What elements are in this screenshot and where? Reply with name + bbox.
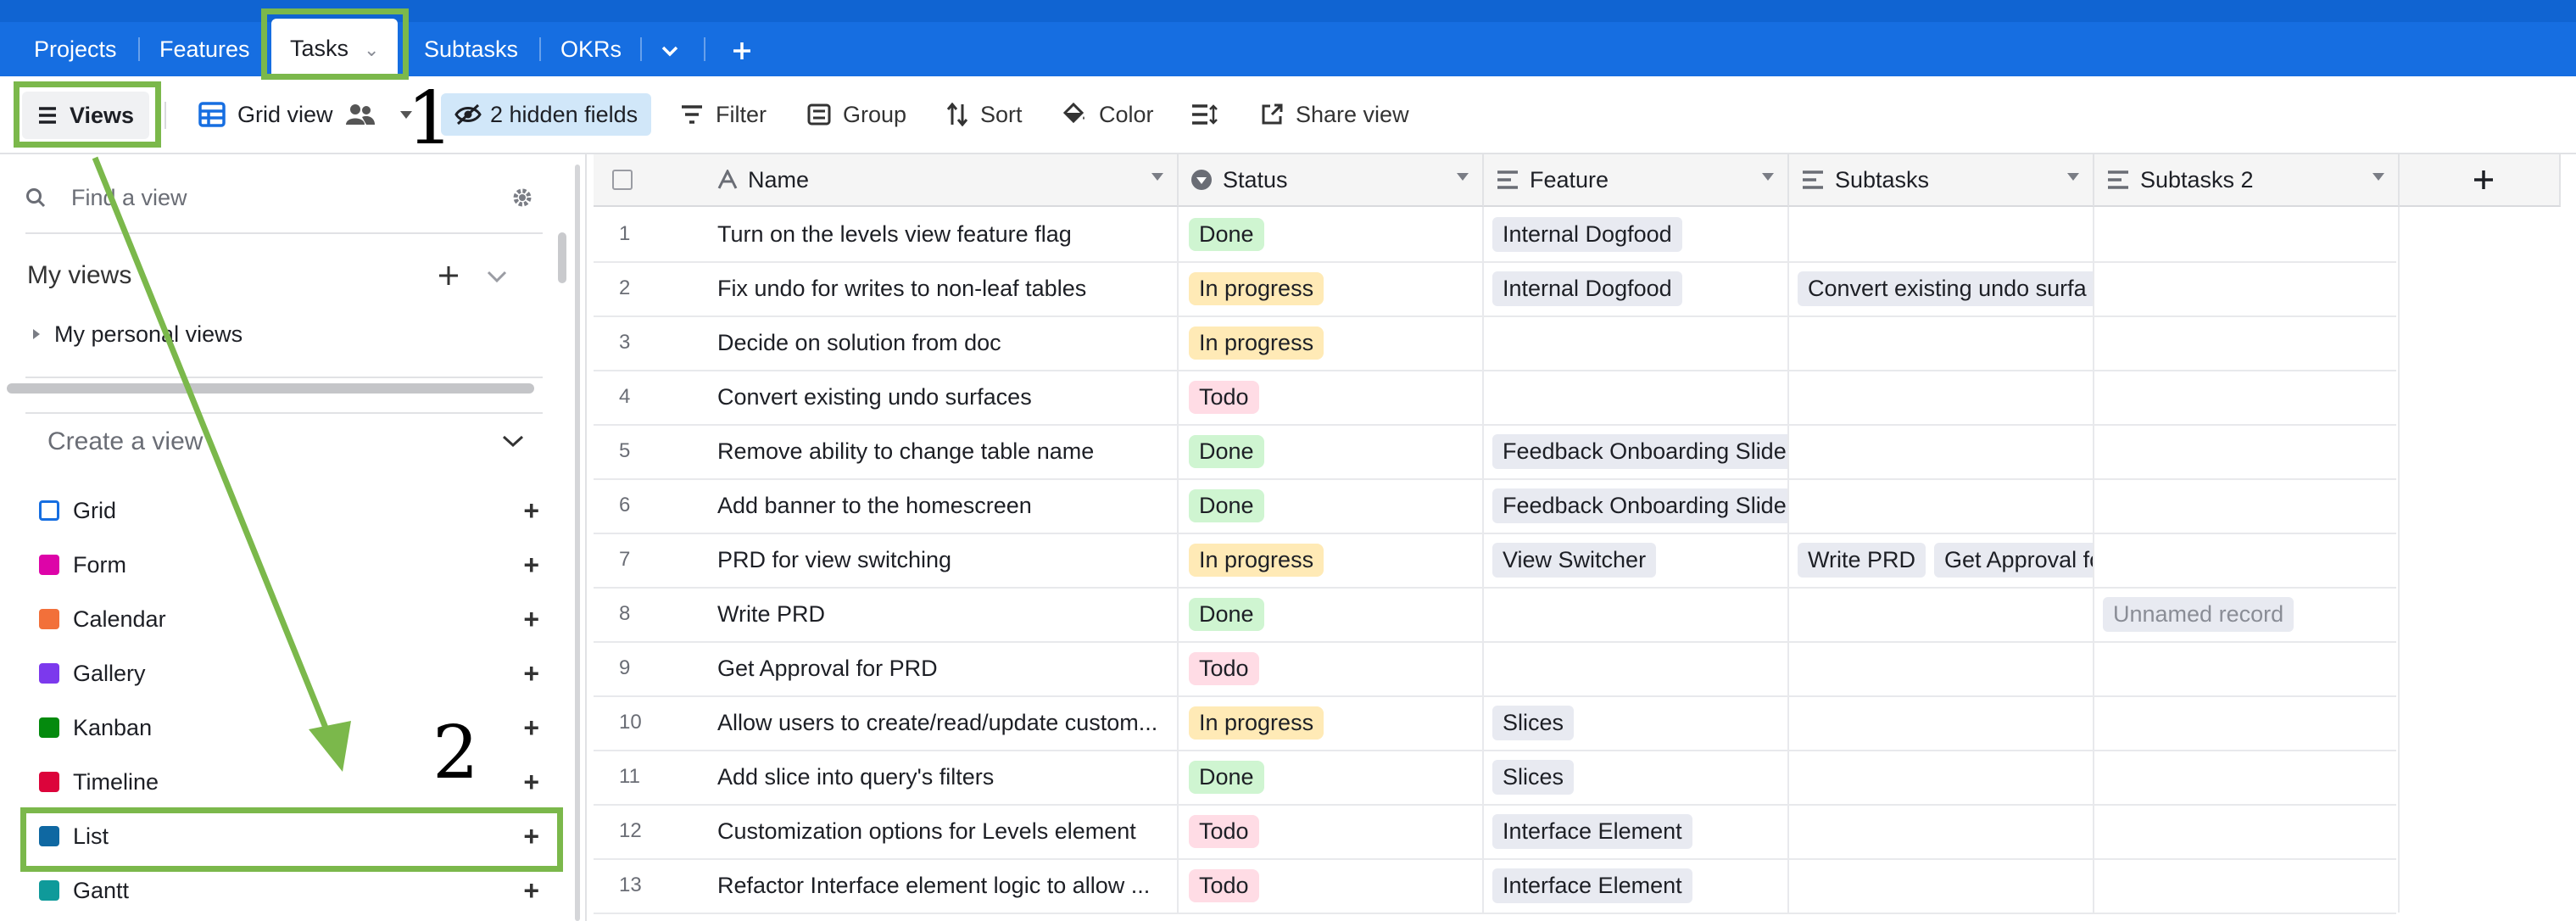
annotation-arrow <box>92 156 351 772</box>
